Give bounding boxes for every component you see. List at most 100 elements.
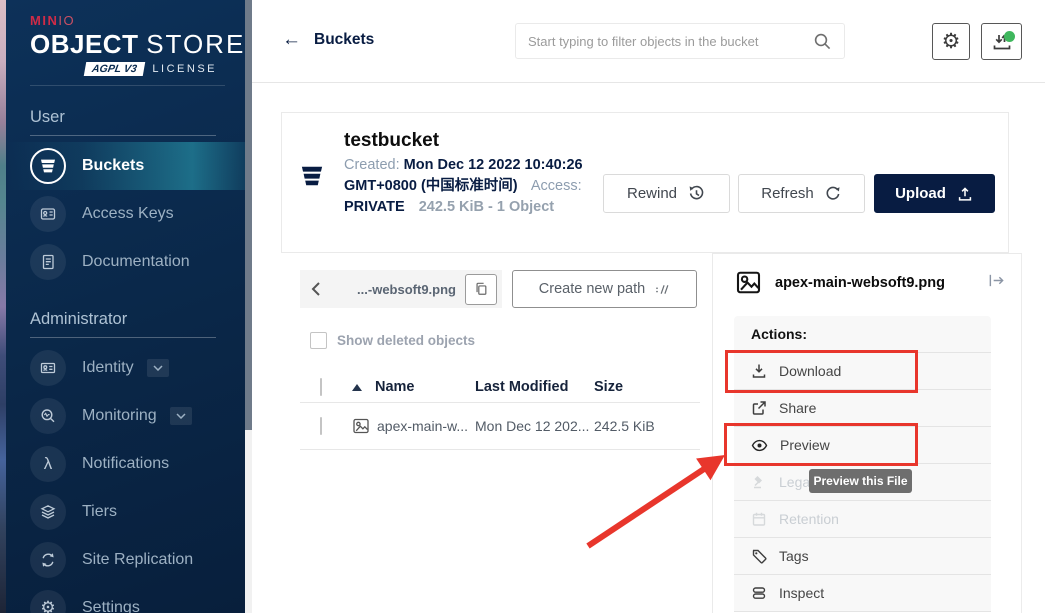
new-path-icon [654, 282, 670, 297]
minio-logo: MINIO OBJECT STORE AGPL V3 LICENSE [6, 0, 245, 86]
image-file-icon [735, 269, 762, 296]
show-deleted-label: Show deleted objects [337, 333, 475, 348]
action-label: Download [779, 363, 841, 379]
sidebar-item-identity[interactable]: Identity [6, 344, 245, 392]
action-tags[interactable]: Tags [734, 538, 991, 575]
minio-console-screen: MINIO OBJECT STORE AGPL V3 LICENSE User … [0, 0, 1045, 613]
sidebar-item-buckets[interactable]: Buckets [6, 142, 245, 190]
action-retention: Retention [734, 501, 991, 538]
bucket-icon [299, 163, 325, 194]
current-path-text: ...-websoft9.png [332, 282, 465, 297]
minio-wordmark-min: MIN [30, 13, 58, 28]
upload-label: Upload [895, 185, 946, 202]
bucket-meta: Created: Mon Dec 12 2022 10:40:26 GMT+08… [344, 155, 646, 218]
chevron-down-icon[interactable] [170, 407, 192, 425]
license-row: AGPL V3 LICENSE [30, 62, 225, 76]
settings-button[interactable]: ⚙ [932, 23, 970, 60]
bucket-summary-card: testbucket Created: Mon Dec 12 2022 10:4… [281, 112, 1009, 253]
minio-wordmark-io: IO [58, 13, 75, 28]
refresh-label: Refresh [761, 185, 814, 202]
sidebar-item-label: Identity [82, 359, 134, 377]
sidebar-item-label: Documentation [82, 253, 190, 271]
sort-asc-icon [352, 384, 362, 391]
show-deleted-checkbox[interactable] [310, 332, 327, 349]
create-path-label: Create new path [539, 281, 645, 297]
actions-title: Actions: [734, 316, 991, 353]
bucket-icon [30, 148, 66, 184]
sidebar-item-access-keys[interactable]: Access Keys [6, 190, 245, 238]
sidebar-item-site-replication[interactable]: Site Replication [6, 536, 245, 584]
rewind-label: Rewind [627, 185, 677, 202]
action-download[interactable]: Download [734, 353, 991, 390]
back-label: Buckets [314, 31, 374, 49]
bucket-name: testbucket [344, 130, 439, 152]
sidebar-item-label: Settings [82, 599, 140, 613]
object-manager-button[interactable] [981, 23, 1022, 60]
section-underline [30, 337, 216, 338]
refresh-icon [824, 185, 842, 203]
sidebar-section-user: User [6, 108, 245, 127]
copy-path-button[interactable] [465, 274, 497, 305]
action-inspect[interactable]: Inspect [734, 575, 991, 612]
sidebar-item-notifications[interactable]: λ Notifications [6, 440, 245, 488]
chevron-down-icon[interactable] [147, 359, 169, 377]
license-label: LICENSE [152, 63, 217, 75]
monitoring-icon [30, 398, 66, 434]
site-replication-icon [30, 542, 66, 578]
path-back-button[interactable] [300, 281, 332, 297]
gear-icon: ⚙ [942, 29, 961, 54]
refresh-button[interactable]: Refresh [738, 174, 865, 213]
details-filename: apex-main-websoft9.png [775, 275, 945, 291]
sidebar-item-tiers[interactable]: Tiers [6, 488, 245, 536]
object-store-title-bold: OBJECT [30, 29, 138, 59]
sidebar-scrollbar-track[interactable] [245, 0, 252, 613]
action-label: Share [779, 400, 816, 416]
table-header: Name Last Modified Size [300, 372, 700, 403]
action-label: Preview [780, 437, 830, 453]
upload-button[interactable]: Upload [874, 174, 995, 213]
sidebar-item-label: Notifications [82, 455, 169, 473]
rewind-button[interactable]: Rewind [603, 174, 730, 213]
image-file-icon [352, 417, 370, 435]
sidebar-item-label: Site Replication [82, 551, 193, 569]
logo-divider [30, 85, 225, 86]
sidebar-item-monitoring[interactable]: Monitoring [6, 392, 245, 440]
sidebar-item-label: Monitoring [82, 407, 157, 425]
column-header-size[interactable]: Size [594, 379, 700, 395]
row-checkbox[interactable] [320, 417, 322, 435]
sidebar-item-settings[interactable]: ⚙ Settings [6, 584, 245, 613]
object-store-title-light: STORE [146, 29, 245, 59]
sidebar-item-documentation[interactable]: Documentation [6, 238, 245, 286]
minio-wordmark: MINIO [30, 13, 225, 28]
sidebar-scrollbar-thumb[interactable] [245, 0, 252, 430]
object-name: apex-main-w... [377, 418, 468, 434]
details-header: apex-main-websoft9.png [735, 269, 945, 296]
search-input[interactable] [528, 34, 813, 49]
select-all-checkbox[interactable] [320, 378, 322, 396]
access-value: PRIVATE [344, 199, 405, 215]
object-size: 242.5 KiB [594, 418, 700, 434]
documentation-icon [30, 244, 66, 280]
sidebar-item-label: Access Keys [82, 205, 174, 223]
tiers-icon [30, 494, 66, 530]
column-header-last-modified[interactable]: Last Modified [475, 379, 594, 395]
create-new-path-button[interactable]: Create new path [512, 270, 697, 308]
preview-tooltip: Preview this File [809, 469, 912, 493]
sidebar-section-administrator: Administrator [6, 310, 245, 329]
back-to-buckets-link[interactable]: ← Buckets [282, 30, 374, 49]
table-row[interactable]: apex-main-w... Mon Dec 12 202... 242.5 K… [300, 403, 700, 450]
action-preview[interactable]: Preview [734, 427, 991, 464]
object-store-title: OBJECT STORE [30, 29, 225, 60]
share-icon [751, 400, 767, 416]
object-details-panel: apex-main-websoft9.png Actions: Download [712, 253, 1022, 613]
object-modified: Mon Dec 12 202... [475, 418, 594, 434]
action-share[interactable]: Share [734, 390, 991, 427]
column-header-name[interactable]: Name [352, 379, 475, 395]
inspect-icon [751, 585, 767, 601]
agpl-badge: AGPL V3 [83, 62, 144, 76]
sidebar-item-label: Tiers [82, 503, 117, 521]
upload-icon [956, 185, 974, 203]
collapse-panel-icon[interactable] [988, 272, 1005, 294]
retention-icon [751, 511, 767, 527]
objects-table: Name Last Modified Size apex-main-w... M… [300, 372, 700, 450]
